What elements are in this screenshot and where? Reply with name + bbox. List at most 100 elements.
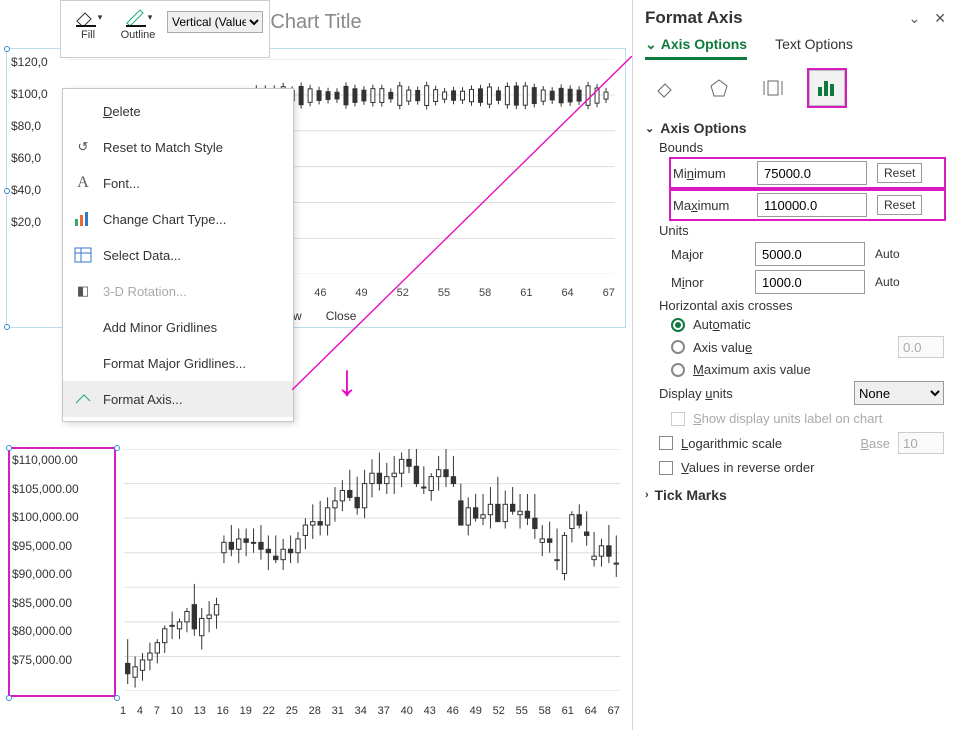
axis-tick-label: 40 <box>401 705 413 717</box>
axis-tick-label: $75,000.00 <box>12 653 79 667</box>
axis-tick-label: 52 <box>493 705 505 717</box>
minor-auto-label: Auto <box>875 275 900 289</box>
minimum-input[interactable] <box>757 161 867 185</box>
fill-button[interactable]: ▾ Fill <box>67 5 109 41</box>
fill-label: Fill <box>81 29 95 41</box>
axis-tick-label: 4 <box>137 705 143 717</box>
axis-tick-label: 49 <box>470 705 482 717</box>
reverse-order-checkbox[interactable]: Values in reverse order <box>659 460 944 475</box>
crosses-automatic-radio[interactable]: Automatic <box>671 317 944 332</box>
axis-options-icon[interactable] <box>809 70 845 106</box>
axis-tick-label: 67 <box>603 287 615 299</box>
minimum-reset-button[interactable]: Reset <box>877 163 922 183</box>
minor-label: Minor <box>671 275 745 290</box>
tab-axis-options[interactable]: ⌄Axis Options <box>645 36 747 60</box>
axis-tick-label: 52 <box>397 287 409 299</box>
maximum-label: Maximum <box>673 198 747 213</box>
section-tick-marks[interactable]: ›Tick Marks <box>645 487 944 503</box>
effects-icon[interactable] <box>701 70 737 106</box>
axis-tick-label: Close <box>326 309 357 323</box>
axis-tick-label: 49 <box>355 287 367 299</box>
menu-3d-rotation: ◧3-D Rotation... <box>63 273 293 309</box>
axis-tick-label: $105,000.00 <box>12 482 79 496</box>
context-menu: Delete ↺Reset to Match Style AFont... Ch… <box>62 88 294 422</box>
axis-tick-label: 58 <box>479 287 491 299</box>
chart-element-select[interactable]: Vertical (Value) <box>167 11 263 33</box>
panel-close-icon[interactable]: ✕ <box>934 10 946 27</box>
maximum-reset-button[interactable]: Reset <box>877 195 922 215</box>
chart-title[interactable]: Chart Title <box>270 11 361 34</box>
panel-title: Format Axis <box>645 8 944 28</box>
axis-tick-label: 16 <box>217 705 229 717</box>
axis-tick-label: $40,0 <box>11 183 48 197</box>
axis-tick-label: $120,0 <box>11 55 48 69</box>
format-axis-panel: Format Axis ⌄ ✕ ⌄Axis Options Text Optio… <box>632 0 956 730</box>
axis-tick-label: 46 <box>314 287 326 299</box>
major-label: Major <box>671 247 745 262</box>
menu-delete[interactable]: Delete <box>63 93 293 129</box>
axis-tick-label: 7 <box>154 705 160 717</box>
maximum-input[interactable] <box>757 193 867 217</box>
axis-tick-label: 37 <box>378 705 390 717</box>
minimum-label: Minimum <box>673 166 747 181</box>
crosses-maximum-radio[interactable]: Maximum axis value <box>671 362 944 377</box>
major-input[interactable] <box>755 242 865 266</box>
axis-tick-label: 58 <box>539 705 551 717</box>
axis-tick-label: 19 <box>240 705 252 717</box>
display-units-select[interactable]: None <box>854 381 944 405</box>
axis-tick-label: 46 <box>447 705 459 717</box>
menu-change-chart-type[interactable]: Change Chart Type... <box>63 201 293 237</box>
axis-tick-label: 67 <box>608 705 620 717</box>
section-axis-options[interactable]: ⌄Axis Options <box>645 120 944 136</box>
annotation-arrow-icon: ↓ <box>336 356 358 406</box>
menu-format-major-gridlines[interactable]: Format Major Gridlines... <box>63 345 293 381</box>
axis-tick-label: 31 <box>332 705 344 717</box>
minor-input[interactable] <box>755 270 865 294</box>
fill-line-icon[interactable] <box>647 70 683 106</box>
axis-tick-label: 61 <box>562 705 574 717</box>
crosses-axis-value-radio[interactable]: Axis value <box>671 336 944 358</box>
menu-add-minor-gridlines[interactable]: Add Minor Gridlines <box>63 309 293 345</box>
log-scale-checkbox[interactable]: Logarithmic scale Base <box>659 432 944 454</box>
axis-tick-label: 61 <box>520 287 532 299</box>
panel-tabs: ⌄Axis Options Text Options <box>645 36 944 60</box>
panel-collapse-icon[interactable]: ⌄ <box>909 10 921 27</box>
chart-x-axis-labels: 1471013161922252831343740434649525558616… <box>120 705 620 717</box>
axis-tick-label: 25 <box>286 705 298 717</box>
axis-tick-label: $100,0 <box>11 87 48 101</box>
display-units-label: Display units <box>659 386 733 401</box>
axis-tick-label: $110,000.00 <box>12 453 79 467</box>
axis-tick-label: $100,000.00 <box>12 510 79 524</box>
axis-tick-label: 13 <box>194 705 206 717</box>
menu-reset-match-style[interactable]: ↺Reset to Match Style <box>63 129 293 165</box>
outline-button[interactable]: ▾ Outline <box>117 5 159 41</box>
crosses-heading: Horizontal axis crosses <box>659 298 944 313</box>
units-heading: Units <box>659 223 944 238</box>
axis-tick-label: $95,000.00 <box>12 539 79 553</box>
axis-tick-label: $80,0 <box>11 119 48 133</box>
axis-tick-label: 55 <box>438 287 450 299</box>
axis-tick-label: $20,0 <box>11 215 48 229</box>
axis-tick-label: 28 <box>309 705 321 717</box>
show-units-label-checkbox: Show display units label on chart <box>671 411 944 426</box>
menu-font[interactable]: AFont... <box>63 165 293 201</box>
size-properties-icon[interactable] <box>755 70 791 106</box>
axis-tick-label: 64 <box>561 287 573 299</box>
axis-tick-label: $60,0 <box>11 151 48 165</box>
chart-y-axis-labels[interactable]: $120,0 $100,0 $80,0 $60,0 $40,0 $20,0 <box>11 55 48 229</box>
crosses-axis-value-input <box>898 336 944 358</box>
axis-tick-label: 1 <box>120 705 126 717</box>
chart-y-axis-labels[interactable]: $110,000.00 $105,000.00 $100,000.00 $95,000… <box>12 453 79 667</box>
tab-text-options[interactable]: Text Options <box>775 36 853 60</box>
major-auto-label: Auto <box>875 247 900 261</box>
axis-tick-label: 10 <box>171 705 183 717</box>
log-base-input <box>898 432 944 454</box>
menu-format-axis[interactable]: Format Axis... <box>63 381 293 417</box>
axis-tick-label: 34 <box>355 705 367 717</box>
lower-chart: $110,000.00 $105,000.00 $100,000.00 $95,000… <box>4 443 626 723</box>
bounds-heading: Bounds <box>659 140 944 155</box>
menu-select-data[interactable]: Select Data... <box>63 237 293 273</box>
panel-icon-bar <box>647 70 944 106</box>
axis-tick-label: 55 <box>516 705 528 717</box>
axis-tick-label: $85,000.00 <box>12 596 79 610</box>
